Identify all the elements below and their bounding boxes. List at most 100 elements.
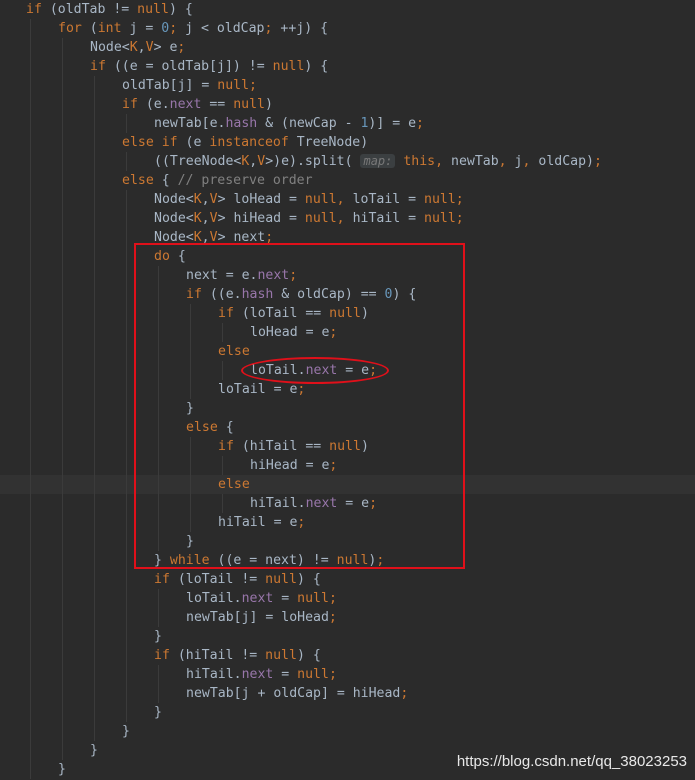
code-line[interactable]: loTail.next = e; bbox=[0, 361, 695, 380]
code-line[interactable]: hiTail.next = null; bbox=[0, 665, 695, 684]
indent-guide bbox=[190, 513, 191, 532]
indent-guide bbox=[62, 247, 63, 266]
code-text: if (hiTail != null) { bbox=[154, 648, 321, 663]
code-line[interactable]: else bbox=[0, 475, 695, 494]
indent-guide bbox=[30, 741, 31, 760]
indent-guide bbox=[62, 703, 63, 722]
indent-guide bbox=[30, 342, 31, 361]
indent-guide bbox=[62, 418, 63, 437]
indent-guide bbox=[190, 304, 191, 323]
indent-guide bbox=[30, 76, 31, 95]
indent-guide bbox=[126, 608, 127, 627]
code-line[interactable]: } bbox=[0, 399, 695, 418]
code-line[interactable]: hiTail = e; bbox=[0, 513, 695, 532]
code-editor[interactable]: if (oldTab != null) {for (int j = 0; j <… bbox=[0, 0, 695, 780]
indent-guide bbox=[190, 437, 191, 456]
code-text: } bbox=[154, 705, 162, 720]
indent-guide bbox=[126, 627, 127, 646]
indent-guide bbox=[30, 494, 31, 513]
code-line[interactable]: if (oldTab != null) { bbox=[0, 0, 695, 19]
indent-guide bbox=[62, 494, 63, 513]
indent-guide bbox=[158, 589, 159, 608]
indent-guide bbox=[222, 323, 223, 342]
indent-guide bbox=[62, 361, 63, 380]
indent-guide bbox=[222, 494, 223, 513]
code-line[interactable]: else { bbox=[0, 418, 695, 437]
indent-guide bbox=[94, 646, 95, 665]
code-line[interactable]: newTab[j] = loHead; bbox=[0, 608, 695, 627]
indent-guide bbox=[30, 570, 31, 589]
indent-guide bbox=[158, 323, 159, 342]
code-line[interactable]: do { bbox=[0, 247, 695, 266]
code-line[interactable]: hiTail.next = e; bbox=[0, 494, 695, 513]
indent-guide bbox=[126, 361, 127, 380]
code-text: } bbox=[186, 401, 194, 416]
code-line[interactable]: Node<K,V> loHead = null, loTail = null; bbox=[0, 190, 695, 209]
code-line[interactable]: else bbox=[0, 342, 695, 361]
code-text: } bbox=[58, 762, 66, 777]
indent-guide bbox=[94, 228, 95, 247]
code-text: ((TreeNode<K,V>)e).split( map: this, new… bbox=[154, 154, 602, 169]
code-line[interactable]: if (hiTail != null) { bbox=[0, 646, 695, 665]
code-line[interactable]: } while ((e = next) != null); bbox=[0, 551, 695, 570]
indent-guide bbox=[94, 95, 95, 114]
indent-guide bbox=[190, 494, 191, 513]
inlay-hint: map: bbox=[360, 154, 396, 168]
code-line[interactable]: if (loTail != null) { bbox=[0, 570, 695, 589]
code-line[interactable]: oldTab[j] = null; bbox=[0, 76, 695, 95]
code-line[interactable]: loTail.next = null; bbox=[0, 589, 695, 608]
code-text: oldTab[j] = null; bbox=[122, 78, 257, 93]
indent-guide bbox=[62, 570, 63, 589]
code-line[interactable]: else if (e instanceof TreeNode) bbox=[0, 133, 695, 152]
code-line[interactable]: else { // preserve order bbox=[0, 171, 695, 190]
code-line[interactable]: if (hiTail == null) bbox=[0, 437, 695, 456]
indent-guide bbox=[30, 418, 31, 437]
code-text: loTail.next = e; bbox=[250, 363, 378, 378]
code-line[interactable]: } bbox=[0, 722, 695, 741]
indent-guide bbox=[62, 722, 63, 741]
indent-guide bbox=[190, 380, 191, 399]
indent-guide bbox=[126, 589, 127, 608]
code-line[interactable]: Node<K,V> next; bbox=[0, 228, 695, 247]
indent-guide bbox=[62, 133, 63, 152]
code-text: if (e.next == null) bbox=[122, 97, 273, 112]
indent-guide bbox=[30, 190, 31, 209]
code-line[interactable]: if (loTail == null) bbox=[0, 304, 695, 323]
code-line[interactable]: } bbox=[0, 703, 695, 722]
code-line[interactable]: ((TreeNode<K,V>)e).split( map: this, new… bbox=[0, 152, 695, 171]
indent-guide bbox=[30, 285, 31, 304]
code-line[interactable]: Node<K,V> e; bbox=[0, 38, 695, 57]
code-line[interactable]: newTab[j + oldCap] = hiHead; bbox=[0, 684, 695, 703]
code-line[interactable]: loTail = e; bbox=[0, 380, 695, 399]
code-line[interactable]: if (e.next == null) bbox=[0, 95, 695, 114]
indent-guide bbox=[222, 456, 223, 475]
indent-guide bbox=[126, 684, 127, 703]
code-line[interactable]: loHead = e; bbox=[0, 323, 695, 342]
code-line[interactable]: if ((e = oldTab[j]) != null) { bbox=[0, 57, 695, 76]
code-text: loTail = e; bbox=[218, 382, 306, 397]
indent-guide bbox=[30, 323, 31, 342]
code-line[interactable]: } bbox=[0, 532, 695, 551]
code-line[interactable]: next = e.next; bbox=[0, 266, 695, 285]
indent-guide bbox=[158, 532, 159, 551]
code-text: else if (e instanceof TreeNode) bbox=[122, 135, 369, 150]
indent-guide bbox=[126, 228, 127, 247]
indent-guide bbox=[190, 361, 191, 380]
code-text: else { // preserve order bbox=[122, 173, 313, 188]
code-text: next = e.next; bbox=[186, 268, 298, 283]
indent-guide bbox=[62, 380, 63, 399]
indent-guide bbox=[30, 646, 31, 665]
code-line[interactable]: for (int j = 0; j < oldCap; ++j) { bbox=[0, 19, 695, 38]
code-line[interactable]: } bbox=[0, 627, 695, 646]
indent-guide bbox=[30, 57, 31, 76]
code-text: Node<K,V> e; bbox=[90, 40, 186, 55]
code-text: if (loTail != null) { bbox=[154, 572, 321, 587]
code-line[interactable]: if ((e.hash & oldCap) == 0) { bbox=[0, 285, 695, 304]
code-line[interactable]: Node<K,V> hiHead = null, hiTail = null; bbox=[0, 209, 695, 228]
indent-guide bbox=[94, 703, 95, 722]
code-line[interactable]: newTab[e.hash & (newCap - 1)] = e; bbox=[0, 114, 695, 133]
code-text: else bbox=[218, 344, 250, 359]
indent-guide bbox=[94, 361, 95, 380]
code-line[interactable]: hiHead = e; bbox=[0, 456, 695, 475]
indent-guide bbox=[190, 475, 191, 494]
